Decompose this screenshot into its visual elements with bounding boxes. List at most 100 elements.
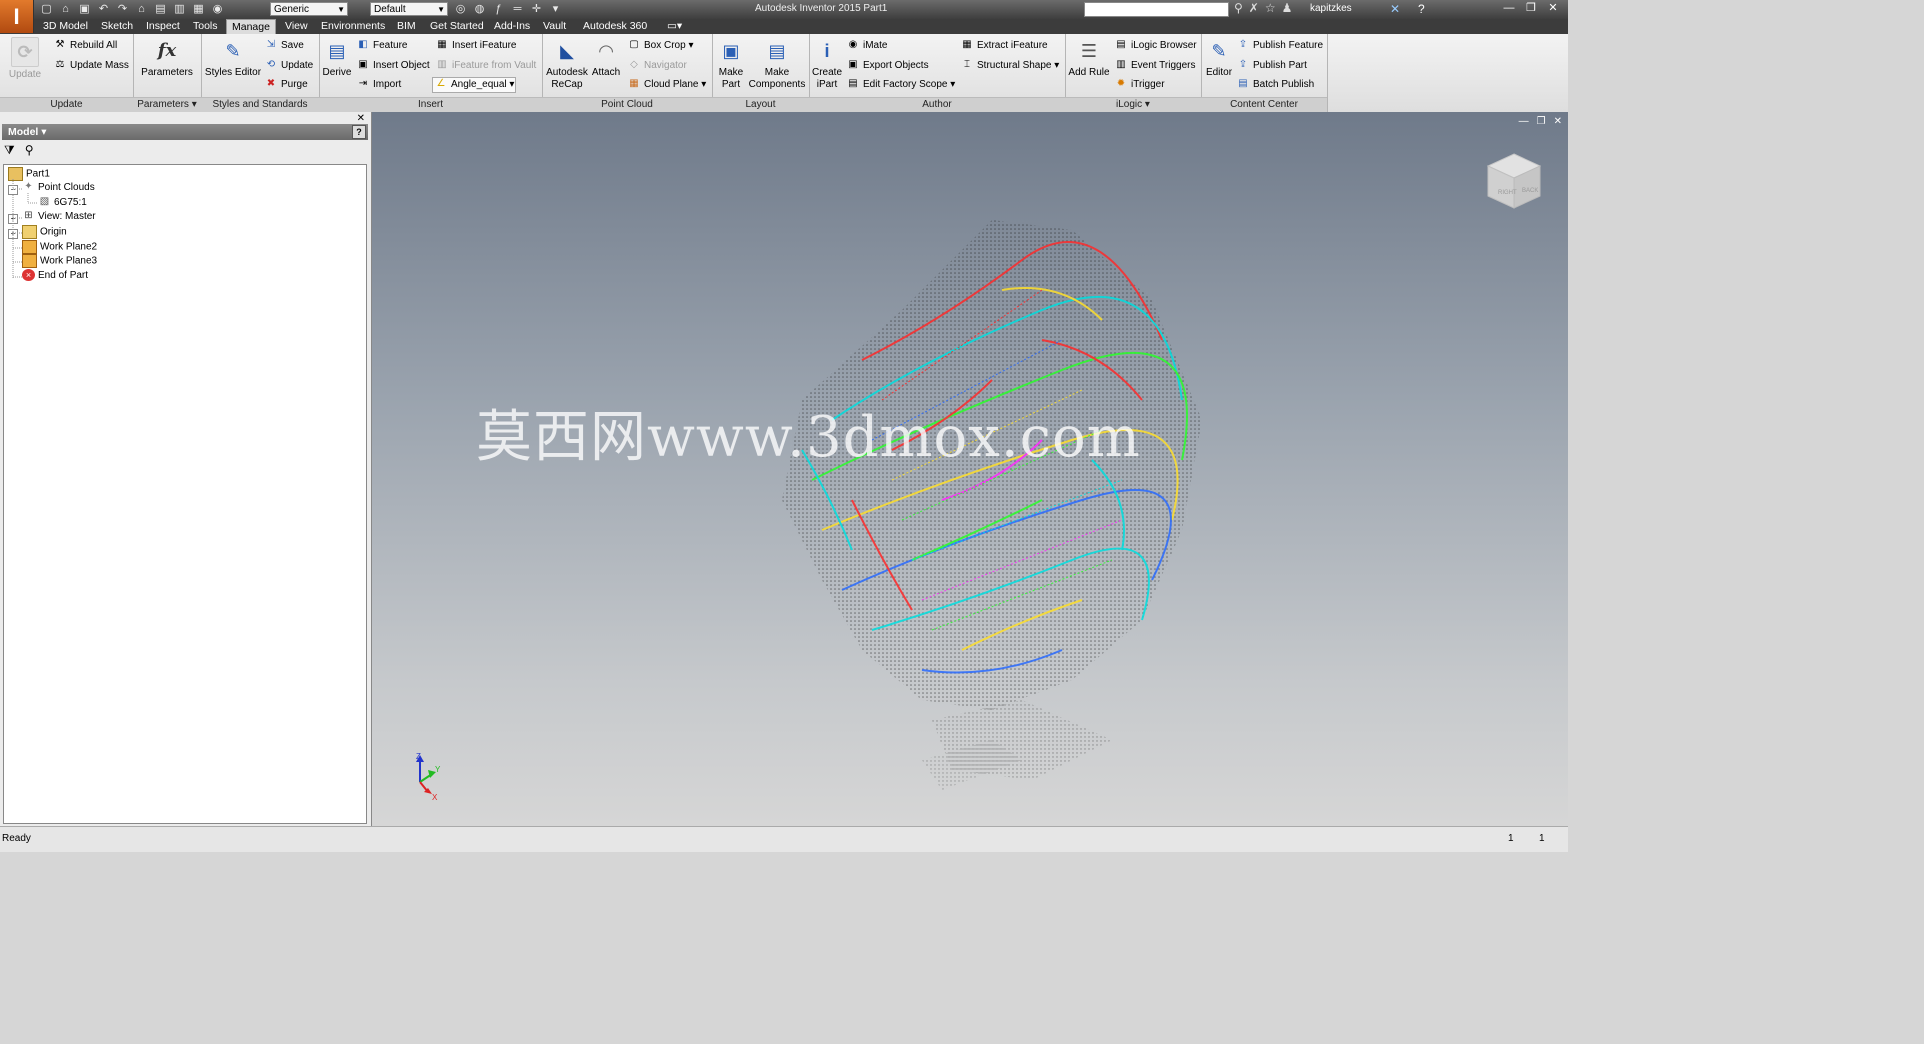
exchange-icon[interactable]: ✕	[1390, 2, 1400, 16]
publish-part-button[interactable]: ⇪ Publish Part	[1237, 58, 1307, 74]
tree-label-end-of-part: End of Part	[38, 270, 89, 281]
tree-label-work-plane3: Work Plane3	[40, 255, 98, 267]
tab-get-started[interactable]: Get Started	[425, 19, 489, 34]
browser-header[interactable]: Model ▾ ?	[2, 124, 368, 140]
material-icon[interactable]: ◉	[209, 2, 226, 17]
styles-editor-button[interactable]: ✎ Styles Editor	[204, 37, 262, 79]
user-icon[interactable]: ♟	[1282, 1, 1293, 15]
editor-button[interactable]: ✎ Editor	[1203, 37, 1235, 79]
tab-3d-model[interactable]: 3D Model	[38, 19, 93, 34]
export-objects-icon: ▣	[848, 59, 858, 71]
fx-icon[interactable]: ƒ	[490, 2, 507, 17]
box-crop-button[interactable]: ▢ Box Crop ▾	[628, 38, 693, 54]
favorites-icon[interactable]: ☆	[1265, 1, 1276, 15]
new-icon[interactable]: ▢	[38, 2, 55, 17]
itrigger-button[interactable]: ✹ iTrigger	[1115, 77, 1165, 93]
batch-publish-button[interactable]: ▤ Batch Publish	[1237, 77, 1314, 93]
panel-title-ilogic[interactable]: iLogic ▾	[1065, 97, 1201, 112]
status-bar: Ready 1 1	[0, 826, 1568, 852]
material-combo[interactable]: Generic ▼	[270, 2, 348, 16]
ilogic-browser-button[interactable]: ▤ iLogic Browser	[1115, 38, 1196, 54]
update-button[interactable]: ⟳ Update	[6, 37, 44, 81]
add-rule-button[interactable]: ☰ Add Rule	[1067, 37, 1111, 79]
event-triggers-button[interactable]: ▥ Event Triggers	[1115, 58, 1195, 74]
tab-vault[interactable]: Vault	[538, 19, 571, 34]
attach-button[interactable]: ◠ Attach	[590, 37, 622, 79]
derive-label: Derive	[322, 67, 352, 78]
close-icon[interactable]: ✕	[357, 113, 365, 124]
redo-icon[interactable]: ↷	[114, 2, 131, 17]
help-icon[interactable]: ?	[1418, 2, 1425, 16]
close-icon[interactable]: ✕	[1554, 116, 1562, 127]
tab-manage[interactable]: Manage	[226, 19, 276, 35]
home-icon[interactable]: ⌂	[133, 2, 150, 17]
make-part-button[interactable]: ▣ Make Part	[716, 37, 746, 91]
ifeature-from-vault-button[interactable]: ▥ iFeature from Vault	[436, 58, 536, 74]
point-cloud-model[interactable]	[742, 200, 1212, 790]
tree-node-cloud-item[interactable]: ▧ 6G75:1	[38, 196, 87, 210]
tab-inspect[interactable]: Inspect	[141, 19, 185, 34]
update-mass-button[interactable]: ⚖ Update Mass	[54, 58, 129, 74]
tab-add-ins[interactable]: Add-Ins	[489, 19, 535, 34]
rebuild-all-button[interactable]: ⚒ Rebuild All	[54, 38, 118, 54]
navigator-button[interactable]: ◇ Navigator	[628, 58, 687, 74]
print-icon[interactable]: ▥	[171, 2, 188, 17]
search-input[interactable]	[1084, 2, 1229, 17]
workplane-icon[interactable]: ✛	[528, 2, 545, 17]
tab-tools[interactable]: Tools	[188, 19, 223, 34]
open-icon[interactable]: ⌂	[57, 2, 74, 17]
appearance-combo[interactable]: Default ▼	[370, 2, 448, 16]
user-name[interactable]: kapitzkes	[1310, 3, 1352, 14]
angle-equal-dropdown[interactable]: ∠ Angle_equal ▾	[432, 77, 516, 93]
find-icon[interactable]: ⚲	[25, 143, 34, 158]
chevron-down-icon: ▼	[437, 5, 445, 14]
minimize-icon[interactable]: —	[1498, 0, 1520, 17]
cloud-plane-button[interactable]: ▦ Cloud Plane ▾	[628, 77, 706, 93]
properties-icon[interactable]: ▤	[152, 2, 169, 17]
import-button[interactable]: ⇥ Import	[357, 77, 402, 93]
graphics-viewport[interactable]: — ❐ ✕ 莫西网www.3dmox.com RIGHT BACK Z Y X	[372, 112, 1568, 826]
make-components-button[interactable]: ▤ Make Components	[748, 37, 806, 91]
derive-button[interactable]: ▤ Derive	[322, 37, 352, 79]
tab-view[interactable]: View	[280, 19, 313, 34]
styles-save-button[interactable]: ⇲ Save	[265, 38, 304, 54]
imate-button[interactable]: ◉ iMate	[847, 38, 888, 54]
styles-purge-button[interactable]: ✖ Purge	[265, 77, 308, 93]
publish-feature-button[interactable]: ⇪ Publish Feature	[1237, 38, 1323, 54]
autodesk-recap-button[interactable]: ◣ Autodesk ReCap	[546, 37, 588, 91]
insert-ifeature-button[interactable]: ▦ Insert iFeature	[436, 38, 516, 54]
edit-factory-scope-button[interactable]: ▤ Edit Factory Scope ▾	[847, 77, 955, 93]
clear-appearance-icon[interactable]: ◎	[452, 2, 469, 17]
extract-ifeature-button[interactable]: ▦ Extract iFeature	[961, 38, 1047, 54]
measure-icon[interactable]: ═	[509, 2, 526, 17]
minimize-icon[interactable]: —	[1519, 116, 1529, 127]
insert-object-button[interactable]: ▣ Insert Object	[357, 58, 429, 74]
help-icon[interactable]: ?	[352, 125, 366, 139]
subscription-icon[interactable]: ✗	[1249, 1, 1259, 15]
cloud-plane-label: Cloud Plane	[644, 79, 699, 90]
save-icon[interactable]: ▣	[76, 2, 93, 17]
binoculars-icon[interactable]: ⚲	[1234, 1, 1243, 15]
feature-button[interactable]: ◧ Feature	[357, 38, 407, 54]
create-ipart-button[interactable]: i Create iPart	[811, 37, 843, 91]
restore-icon[interactable]: ❐	[1520, 0, 1542, 17]
filter-icon[interactable]: ⧩	[4, 143, 15, 158]
parameters-button[interactable]: fx Parameters	[141, 37, 193, 79]
ribbon-options-icon[interactable]: ▭▾	[662, 19, 687, 34]
tab-autodesk-360[interactable]: Autodesk 360	[578, 19, 652, 34]
customize-icon[interactable]: ▾	[547, 2, 564, 17]
viewcube[interactable]: RIGHT BACK	[1486, 152, 1542, 210]
select-icon[interactable]: ▦	[190, 2, 207, 17]
tab-sketch[interactable]: Sketch	[96, 19, 138, 34]
tab-bim[interactable]: BIM	[392, 19, 421, 34]
inventor-logo[interactable]: I	[0, 0, 34, 33]
structural-shape-button[interactable]: ⌶ Structural Shape ▾	[961, 58, 1059, 74]
panel-title-parameters[interactable]: Parameters ▾	[133, 97, 201, 112]
styles-update-button[interactable]: ⟲ Update	[265, 58, 313, 74]
adjust-icon[interactable]: ◍	[471, 2, 488, 17]
tab-environments[interactable]: Environments	[316, 19, 390, 34]
export-objects-button[interactable]: ▣ Export Objects	[847, 58, 928, 74]
restore-icon[interactable]: ❐	[1537, 116, 1546, 127]
close-icon[interactable]: ✕	[1542, 0, 1564, 17]
undo-icon[interactable]: ↶	[95, 2, 112, 17]
